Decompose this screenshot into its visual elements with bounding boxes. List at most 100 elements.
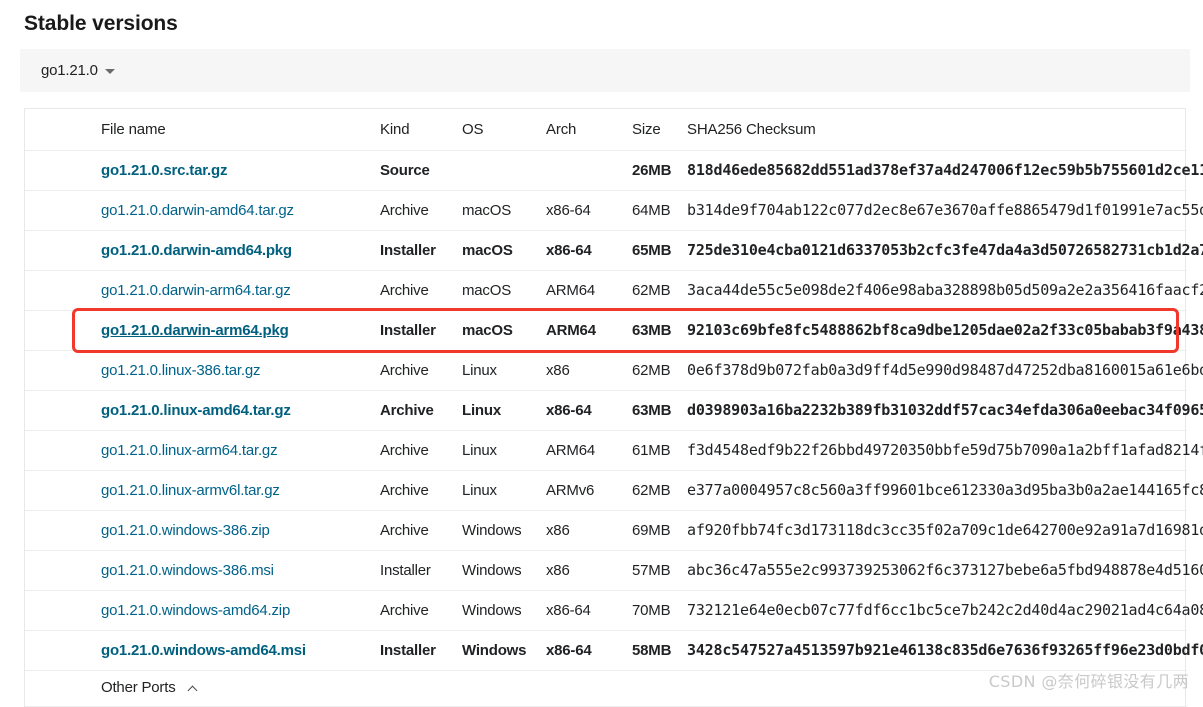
cell-os: macOS xyxy=(462,230,546,271)
cell-kind: Archive xyxy=(380,510,462,551)
version-toggle[interactable]: go1.21.0 xyxy=(20,49,1190,92)
row-lead-spacer xyxy=(25,390,101,431)
cell-size: 58MB xyxy=(632,630,687,671)
column-header-sha256: SHA256 Checksum xyxy=(687,109,1187,151)
row-lead-spacer xyxy=(25,310,101,351)
table-row: go1.21.0.linux-386.tar.gz Archive Linux x86… xyxy=(25,350,1203,391)
row-lead-spacer xyxy=(25,190,101,231)
cell-arch: ARMv6 xyxy=(546,470,632,511)
downloads-table: File name Kind OS Arch Size SHA256 Check… xyxy=(25,109,1203,707)
row-lead-spacer xyxy=(25,350,101,391)
download-link[interactable]: go1.21.0.linux-arm64.tar.gz xyxy=(101,442,278,459)
column-header-arch: Arch xyxy=(546,109,632,151)
cell-file-name: go1.21.0.darwin-amd64.tar.gz xyxy=(101,190,380,231)
cell-kind: Installer xyxy=(380,230,462,271)
downloads-table-container: File name Kind OS Arch Size SHA256 Check… xyxy=(24,108,1203,707)
row-lead-spacer xyxy=(25,550,101,591)
cell-os: Windows xyxy=(462,550,546,591)
cell-file-name: go1.21.0.windows-386.msi xyxy=(101,550,380,591)
cell-os: Linux xyxy=(462,430,546,471)
cell-size: 63MB xyxy=(632,310,687,351)
cell-os: macOS xyxy=(462,190,546,231)
cell-file-name: go1.21.0.windows-amd64.zip xyxy=(101,590,380,631)
cell-os: macOS xyxy=(462,270,546,311)
table-row: go1.21.0.linux-armv6l.tar.gz Archive Linux… xyxy=(25,470,1203,511)
download-link[interactable]: go1.21.0.darwin-arm64.pkg xyxy=(101,322,289,339)
cell-file-name: go1.21.0.windows-386.zip xyxy=(101,510,380,551)
cell-kind: Archive xyxy=(380,350,462,391)
cell-arch: ARM64 xyxy=(546,430,632,471)
cell-kind: Source xyxy=(380,150,462,191)
cell-sha256-checksum: af920fbb74fc3d173118dc3cc35f02a709c1de64… xyxy=(687,510,1203,551)
table-row: go1.21.0.windows-386.msi Installer Windows… xyxy=(25,550,1203,591)
cell-size: 63MB xyxy=(632,390,687,431)
cell-arch: x86-64 xyxy=(546,390,632,431)
cell-file-name: go1.21.0.linux-arm64.tar.gz xyxy=(101,430,380,471)
download-link[interactable]: go1.21.0.linux-armv6l.tar.gz xyxy=(101,482,280,499)
cell-size: 65MB xyxy=(632,230,687,271)
download-link[interactable]: go1.21.0.linux-amd64.tar.gz xyxy=(101,402,291,419)
table-row: go1.21.0.darwin-amd64.tar.gz Archive macOS… xyxy=(25,190,1203,231)
column-header-os: OS xyxy=(462,109,546,151)
chevron-up-icon xyxy=(187,685,198,696)
cell-sha256-checksum: 732121e64e0ecb07c77fdf6cc1bc5ce7b242c2d4… xyxy=(687,590,1203,631)
version-toggle-label: go1.21.0 xyxy=(41,62,98,79)
row-lead-spacer xyxy=(25,590,101,631)
cell-file-name: go1.21.0.linux-armv6l.tar.gz xyxy=(101,470,380,511)
download-link[interactable]: go1.21.0.darwin-amd64.pkg xyxy=(101,242,292,259)
cell-file-name: go1.21.0.linux-amd64.tar.gz xyxy=(101,390,380,431)
cell-size: 64MB xyxy=(632,190,687,231)
cell-arch: x86-64 xyxy=(546,630,632,671)
table-header-row: File name Kind OS Arch Size SHA256 Check… xyxy=(25,109,1187,151)
cell-kind: Archive xyxy=(380,190,462,231)
cell-os: Windows xyxy=(462,510,546,551)
cell-file-name: go1.21.0.darwin-amd64.pkg xyxy=(101,230,380,271)
table-row: go1.21.0.darwin-arm64.tar.gz Archive macOS… xyxy=(25,270,1203,311)
cell-arch xyxy=(546,150,632,191)
download-link[interactable]: go1.21.0.src.tar.gz xyxy=(101,162,227,179)
table-header: File name Kind OS Arch Size SHA256 Check… xyxy=(25,109,1187,151)
download-link[interactable]: go1.21.0.darwin-arm64.tar.gz xyxy=(101,282,291,299)
cell-os: macOS xyxy=(462,310,546,351)
cell-kind: Archive xyxy=(380,270,462,311)
download-link[interactable]: go1.21.0.windows-386.zip xyxy=(101,522,270,539)
download-link[interactable]: go1.21.0.linux-386.tar.gz xyxy=(101,362,260,379)
cell-arch: x86-64 xyxy=(546,190,632,231)
cell-size: 61MB xyxy=(632,430,687,471)
download-link[interactable]: go1.21.0.darwin-amd64.tar.gz xyxy=(101,202,294,219)
row-lead-spacer xyxy=(25,270,101,311)
table-row: go1.21.0.windows-386.zip Archive Windows x8… xyxy=(25,510,1203,551)
cell-sha256-checksum: d0398903a16ba2232b389fb31032ddf57cac34ef… xyxy=(687,390,1203,431)
cell-sha256-checksum: 0e6f378d9b072fab0a3d9ff4d5e990d98487d472… xyxy=(687,350,1203,391)
cell-os: Linux xyxy=(462,350,546,391)
table-row: go1.21.0.darwin-arm64.pkg Installer macOS A… xyxy=(25,310,1203,351)
row-lead-spacer xyxy=(25,430,101,471)
column-header-file-name: File name xyxy=(101,109,380,151)
cell-size: 62MB xyxy=(632,470,687,511)
cell-size: 62MB xyxy=(632,270,687,311)
cell-size: 70MB xyxy=(632,590,687,631)
cell-kind: Archive xyxy=(380,470,462,511)
cell-file-name: go1.21.0.src.tar.gz xyxy=(101,150,380,191)
page-title: Stable versions xyxy=(24,12,178,35)
cell-sha256-checksum: f3d4548edf9b22f26bbd49720350bbfe59d75b70… xyxy=(687,430,1203,471)
chevron-down-icon xyxy=(104,69,115,74)
cell-os: Linux xyxy=(462,390,546,431)
table-row: go1.21.0.linux-amd64.tar.gz Archive Linux x… xyxy=(25,390,1203,431)
download-link[interactable]: go1.21.0.windows-amd64.msi xyxy=(101,642,306,659)
cell-arch: ARM64 xyxy=(546,270,632,311)
cell-kind: Installer xyxy=(380,630,462,671)
cell-arch: x86 xyxy=(546,350,632,391)
cell-os xyxy=(462,150,546,191)
download-link[interactable]: go1.21.0.windows-386.msi xyxy=(101,562,274,579)
other-ports-label: Other Ports xyxy=(101,679,176,696)
cell-os: Windows xyxy=(462,630,546,671)
table-row: go1.21.0.linux-arm64.tar.gz Archive Linux A… xyxy=(25,430,1203,471)
cell-arch: x86-64 xyxy=(546,230,632,271)
cell-size: 26MB xyxy=(632,150,687,191)
row-lead-spacer xyxy=(25,230,101,271)
download-link[interactable]: go1.21.0.windows-amd64.zip xyxy=(101,602,290,619)
column-header-size: Size xyxy=(632,109,687,151)
table-body: go1.21.0.src.tar.gz Source 26MB 818d46ede85… xyxy=(25,150,1203,671)
cell-kind: Archive xyxy=(380,590,462,631)
